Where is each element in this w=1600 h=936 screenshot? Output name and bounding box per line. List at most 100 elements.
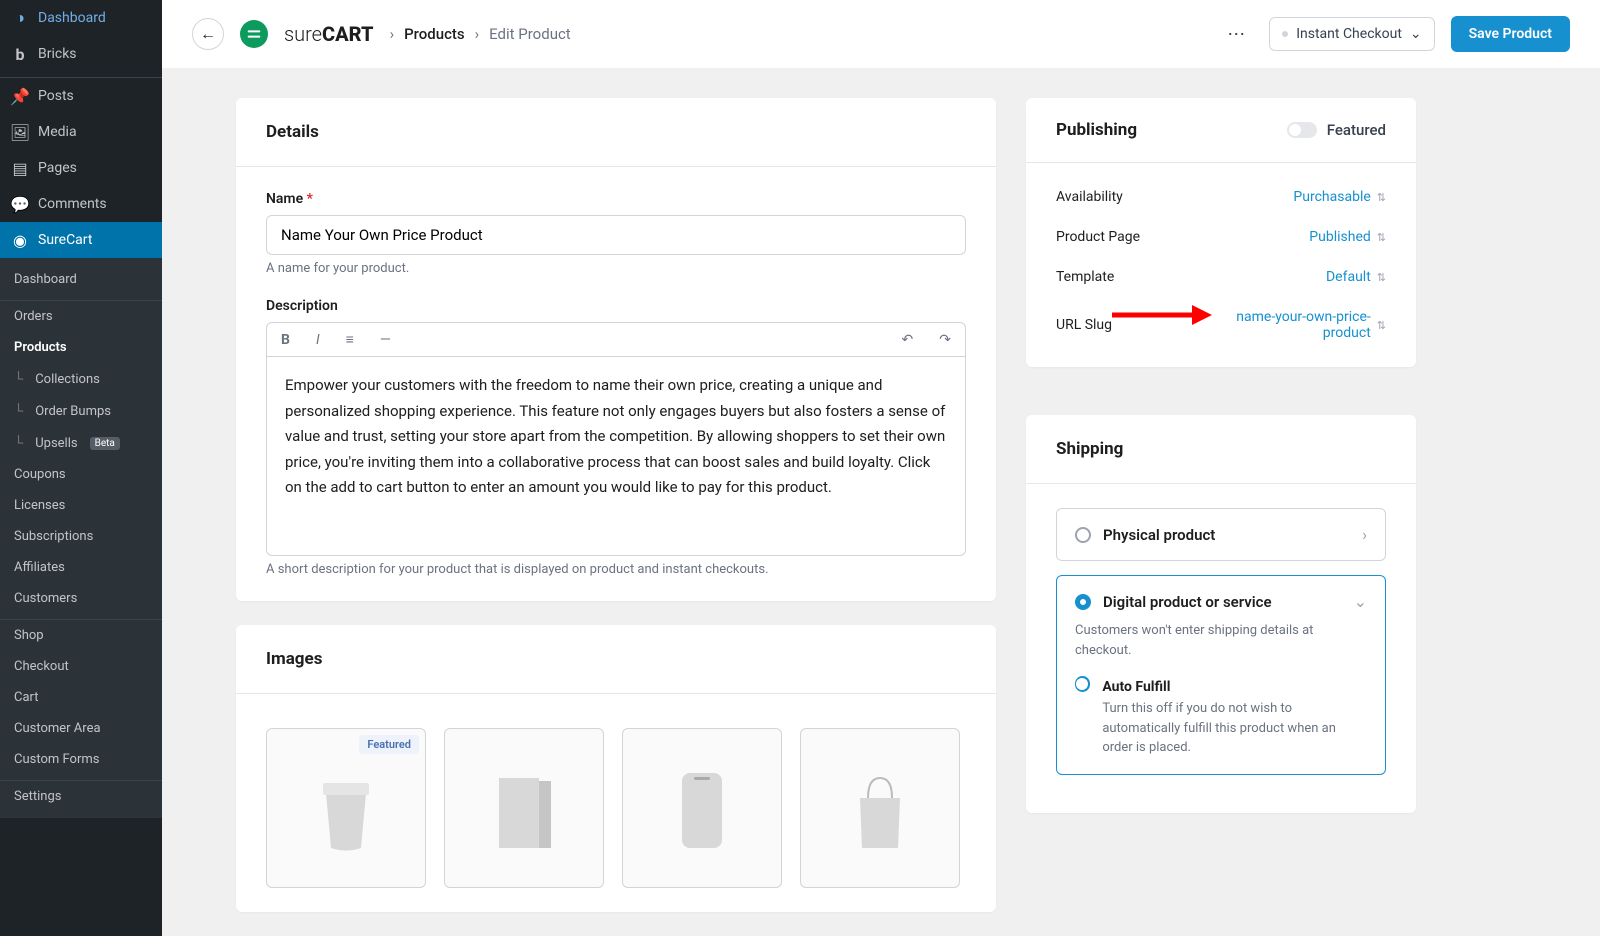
shipping-header: Shipping	[1026, 415, 1416, 484]
side-column: Publishing Featured Availability Purchas…	[1026, 98, 1416, 936]
sidebar-item-pages[interactable]: ▤ Pages	[0, 150, 162, 186]
list-button[interactable]: ≡	[342, 329, 358, 350]
breadcrumb: › Products › Edit Product	[390, 25, 571, 43]
sidebar-sub-order-bumps[interactable]: Order Bumps	[0, 395, 162, 427]
sidebar-sub-checkout[interactable]: Checkout	[0, 651, 162, 682]
required-marker: *	[307, 191, 313, 207]
breadcrumb-products[interactable]: Products	[404, 25, 465, 43]
page-header: ← sureCART › Products › Edit Product ⋯ I…	[162, 0, 1600, 68]
sidebar-sub-settings[interactable]: Settings	[0, 781, 162, 812]
surecart-icon: ◉	[10, 230, 30, 250]
sidebar-item-comments[interactable]: 💬 Comments	[0, 186, 162, 222]
sidebar-item-posts[interactable]: 📌 Posts	[0, 78, 162, 114]
sidebar-sub-cart[interactable]: Cart	[0, 682, 162, 713]
sidebar-sub-collections[interactable]: Collections	[0, 363, 162, 395]
product-image-box	[484, 763, 564, 853]
sidebar-label: Posts	[38, 88, 74, 104]
sidebar-label: Comments	[38, 196, 107, 212]
sidebar-item-surecart[interactable]: ◉ SureCart	[0, 222, 162, 258]
featured-toggle[interactable]	[1287, 122, 1317, 138]
sidebar-sub-custom-forms[interactable]: Custom Forms	[0, 744, 162, 775]
featured-toggle-label: Featured	[1327, 121, 1386, 139]
sidebar-sub-customer-area[interactable]: Customer Area	[0, 713, 162, 744]
name-label: Name *	[266, 191, 966, 207]
product-image-phone	[672, 763, 732, 853]
more-horizontal-icon: ⋯	[1227, 24, 1245, 45]
digital-product-option[interactable]: Digital product or service ⌄ Customers w…	[1056, 575, 1386, 775]
sidebar-sub-shop[interactable]: Shop	[0, 620, 162, 651]
instant-checkout-dropdown[interactable]: Instant Checkout ⌄	[1269, 17, 1434, 51]
shipping-body: Physical product › Digital product or se…	[1026, 484, 1416, 813]
images-card: Images Featured	[236, 625, 996, 912]
images-heading: Images	[266, 649, 966, 669]
sidebar-item-dashboard-top[interactable]: ◑ Dashboard	[0, 0, 162, 36]
bricks-icon: b	[10, 44, 30, 64]
main-column: Details Name * A name for your product. …	[236, 98, 996, 936]
bold-button[interactable]: B	[277, 330, 294, 350]
product-name-input[interactable]	[266, 215, 966, 255]
chevron-right-icon: ›	[475, 25, 480, 43]
sidebar-label: SureCart	[38, 232, 92, 248]
sidebar-sub-products[interactable]: Products	[0, 332, 162, 363]
digital-description: Customers won't enter shipping details a…	[1075, 621, 1367, 660]
surecart-logo	[240, 20, 268, 48]
sidebar-label: Bricks	[38, 46, 77, 62]
auto-fulfill-label: Auto Fulfill	[1102, 679, 1170, 695]
url-slug-row[interactable]: URL Slug name-your-own-price-product⇅	[1026, 297, 1416, 353]
more-button[interactable]: ⋯	[1219, 20, 1253, 49]
details-heading: Details	[266, 122, 966, 142]
chevron-updown-icon: ⇅	[1377, 231, 1386, 244]
sidebar-sub-upsells[interactable]: UpsellsBeta	[0, 427, 162, 459]
sidebar-label: Media	[38, 124, 77, 140]
publishing-header: Publishing Featured	[1026, 98, 1416, 163]
back-button[interactable]: ←	[192, 18, 224, 50]
sidebar-sub-customers[interactable]: Customers	[0, 583, 162, 614]
chevron-updown-icon: ⇅	[1377, 191, 1386, 204]
details-card: Details Name * A name for your product. …	[236, 98, 996, 601]
breadcrumb-current: Edit Product	[489, 25, 571, 43]
sidebar-sub-dashboard[interactable]: Dashboard	[0, 264, 162, 295]
sidebar-sub-subscriptions[interactable]: Subscriptions	[0, 521, 162, 552]
admin-sidebar: ◑ Dashboard b Bricks 📌 Posts 🖼 Media ▤ P…	[0, 0, 162, 936]
physical-product-option[interactable]: Physical product ›	[1056, 508, 1386, 561]
chevron-right-icon: ›	[390, 25, 395, 43]
sidebar-item-media[interactable]: 🖼 Media	[0, 114, 162, 150]
chevron-down-icon: ⌄	[1354, 592, 1367, 611]
sidebar-sub-coupons[interactable]: Coupons	[0, 459, 162, 490]
shipping-heading: Shipping	[1056, 439, 1386, 459]
arrow-left-icon: ←	[200, 24, 216, 44]
save-product-button[interactable]: Save Product	[1451, 16, 1570, 52]
gauge-icon: ◑	[10, 8, 30, 28]
hr-button[interactable]: —	[376, 330, 395, 350]
sidebar-sub-affiliates[interactable]: Affiliates	[0, 552, 162, 583]
image-tile[interactable]	[444, 728, 604, 888]
image-tile[interactable]	[622, 728, 782, 888]
comment-icon: 💬	[10, 194, 30, 214]
sidebar-item-bricks[interactable]: b Bricks	[0, 36, 162, 72]
details-header: Details	[236, 98, 996, 167]
sidebar-sub-licenses[interactable]: Licenses	[0, 490, 162, 521]
auto-fulfill-toggle[interactable]	[1075, 676, 1090, 692]
availability-row[interactable]: Availability Purchasable⇅	[1026, 177, 1416, 217]
description-editor[interactable]: Empower your customers with the freedom …	[266, 356, 966, 556]
sidebar-sub-orders[interactable]: Orders	[0, 301, 162, 332]
name-help: A name for your product.	[266, 261, 966, 276]
media-icon: 🖼	[10, 122, 30, 142]
featured-badge: Featured	[359, 735, 419, 754]
redo-button[interactable]: ↷	[935, 330, 955, 350]
images-body: Featured	[236, 694, 996, 912]
image-tile[interactable]	[800, 728, 960, 888]
product-page-row[interactable]: Product Page Published⇅	[1026, 217, 1416, 257]
sidebar-submenu: Dashboard Orders Products Collections Or…	[0, 258, 162, 818]
italic-button[interactable]: I	[312, 330, 324, 350]
editor-toolbar: B I ≡ — ↶ ↷	[266, 322, 966, 356]
image-tile[interactable]: Featured	[266, 728, 426, 888]
undo-button[interactable]: ↶	[898, 330, 918, 350]
radio-on-icon	[1075, 594, 1091, 610]
template-row[interactable]: Template Default⇅	[1026, 257, 1416, 297]
product-image-bag	[840, 763, 920, 853]
radio-off-icon	[1075, 527, 1091, 543]
sidebar-label: Pages	[38, 160, 77, 176]
chevron-down-icon: ⌄	[1410, 26, 1422, 42]
product-image-cup	[311, 763, 381, 853]
